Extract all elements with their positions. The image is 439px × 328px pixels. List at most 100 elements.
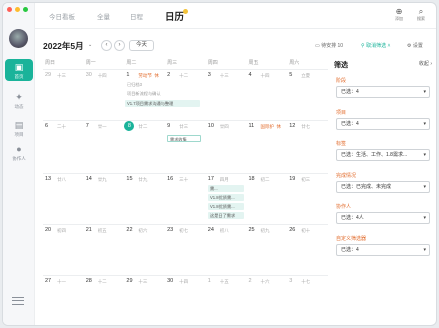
calendar-event[interactable]: V1.7项目需求沟通与整理: [125, 100, 200, 107]
lunar-date: 廿七: [301, 124, 311, 129]
tab-all[interactable]: 全量: [97, 11, 110, 21]
sidebar-item-label: 协作人: [12, 156, 26, 161]
calendar-event[interactable]: V1.8优质需...: [208, 194, 244, 201]
sidebar-item-label: 首页: [14, 74, 24, 79]
day-number[interactable]: 1: [126, 72, 129, 78]
weekday-label: 周日: [45, 60, 56, 66]
chevron-down-icon[interactable]: ⌄: [88, 42, 92, 48]
day-number[interactable]: 16: [167, 176, 173, 182]
pending-button[interactable]: ▭ 待安排 10: [315, 42, 343, 49]
day-number[interactable]: 7: [86, 123, 89, 129]
day-number[interactable]: 26: [289, 227, 295, 233]
weekday-label: 周三: [167, 60, 178, 66]
day-number[interactable]: 6: [45, 123, 48, 129]
filter-label: 阶段: [336, 78, 347, 84]
day-number[interactable]: 24: [208, 227, 214, 233]
day-number[interactable]: 30: [167, 278, 173, 284]
filter-select[interactable]: 已选：4 ▾: [336, 118, 430, 130]
calendar-event[interactable]: 项目新流程与确认: [125, 90, 200, 97]
sidebar-item-activity[interactable]: ✦ 动态: [5, 91, 33, 110]
lunar-date: 十二: [97, 279, 107, 284]
maximize-window-button[interactable]: [23, 7, 28, 12]
day-number[interactable]: 2: [167, 72, 170, 78]
day-number[interactable]: 28: [86, 278, 92, 284]
calendar-event[interactable]: V1.8优质需...: [208, 203, 244, 210]
caret-down-icon: ▾: [423, 121, 426, 127]
plus-circle-icon: ⊕: [395, 7, 403, 16]
filter-label: 标签: [336, 141, 347, 147]
calendar-event[interactable]: 已归档3: [125, 81, 200, 88]
day-number[interactable]: 22: [126, 227, 132, 233]
day-number-today[interactable]: 8: [124, 121, 135, 131]
day-number[interactable]: 12: [289, 123, 295, 129]
calendar-event[interactable]: 这是日了需求: [208, 212, 244, 219]
sidebar-item-collaborators[interactable]: ● 协作人: [5, 143, 33, 162]
day-number[interactable]: 20: [45, 227, 51, 233]
month-title[interactable]: 2022年5月: [43, 40, 84, 52]
lunar-date: 立夏: [301, 73, 311, 78]
caret-down-icon: ▾: [423, 152, 426, 158]
filter-select[interactable]: 已选：4 ▾: [336, 244, 430, 256]
collapse-filter-button[interactable]: 收起 ›: [419, 60, 432, 67]
lunar-date: 十二: [179, 73, 189, 78]
lunar-date: 三十: [179, 177, 189, 182]
prev-month-button[interactable]: ‹: [101, 40, 112, 51]
search-button[interactable]: ⌕ 搜索: [411, 7, 431, 22]
folder-icon: ▤: [14, 120, 24, 130]
holiday-badge: 休: [276, 124, 282, 129]
day-number[interactable]: 4: [249, 72, 252, 78]
day-number[interactable]: 10: [208, 123, 214, 129]
avatar[interactable]: [9, 29, 28, 48]
menu-icon[interactable]: [12, 296, 24, 308]
lunar-date: 初四: [57, 228, 66, 233]
calendar-header: 2022年5月 ⌄ ‹ › 今天 ▭ 待安排 10 ⚲ 取消筛选 ˄ ⚙ 设置: [43, 40, 428, 52]
filter-select[interactable]: 已选：4 ▾: [336, 86, 430, 98]
day-number[interactable]: 15: [126, 176, 132, 182]
tab-schedule[interactable]: 日程: [130, 11, 143, 21]
calendar-event[interactable]: 需...: [208, 185, 244, 192]
day-number[interactable]: 9: [167, 123, 170, 129]
lunar-date: 廿九: [138, 177, 148, 182]
day-number[interactable]: 5: [289, 72, 292, 78]
filter-label: 自定义筛选器: [336, 236, 367, 242]
cancel-filter-button[interactable]: ⚲ 取消筛选 ˄: [361, 42, 390, 49]
day-number[interactable]: 11: [249, 123, 255, 129]
lunar-date: 初十: [301, 228, 311, 233]
day-number[interactable]: 27: [45, 278, 51, 284]
day-number[interactable]: 21: [86, 227, 92, 233]
day-number[interactable]: 19: [289, 176, 295, 182]
day-number[interactable]: 1: [208, 278, 211, 284]
filter-select[interactable]: 已选：4人 ▾: [336, 212, 430, 224]
day-number[interactable]: 2: [249, 278, 252, 284]
lunar-date: 廿九: [97, 177, 107, 182]
day-number[interactable]: 3: [208, 72, 211, 78]
day-number[interactable]: 30: [86, 72, 92, 78]
lunar-date: 十三: [138, 279, 148, 284]
minimize-window-button[interactable]: [15, 7, 20, 12]
add-button[interactable]: ⊕ 添加: [389, 7, 409, 22]
day-number[interactable]: 14: [86, 176, 92, 182]
day-number[interactable]: 18: [249, 176, 255, 182]
settings-button[interactable]: ⚙ 设置: [407, 42, 423, 49]
next-month-button[interactable]: ›: [114, 40, 125, 51]
day-number[interactable]: 29: [126, 278, 132, 284]
filter-select[interactable]: 已选：已完成、未完成 ▾: [336, 181, 430, 193]
filter-select[interactable]: 已选：生活、工作、1.8需求... ▾: [336, 149, 430, 161]
day-number[interactable]: 23: [167, 227, 173, 233]
sidebar-item-projects[interactable]: ▤ 项目: [5, 119, 33, 138]
tab-today-board[interactable]: 今日看板: [49, 11, 75, 21]
calendar-event[interactable]: 需求收集: [167, 135, 201, 142]
day-number[interactable]: 17: [208, 176, 214, 182]
weekday-label: 周六: [289, 60, 300, 66]
day-number[interactable]: 29: [45, 72, 51, 78]
lunar-date: 劳动节: [138, 73, 152, 78]
lunar-date: 初五: [97, 228, 107, 233]
today-button[interactable]: 今天: [129, 40, 155, 51]
day-number[interactable]: 3: [289, 278, 292, 284]
tab-calendar[interactable]: 日历: [165, 9, 184, 23]
day-number[interactable]: 13: [45, 176, 51, 182]
day-number[interactable]: 25: [249, 227, 255, 233]
close-window-button[interactable]: [7, 7, 12, 12]
lunar-date: 廿三: [179, 124, 189, 129]
sidebar-item-home[interactable]: ▣ 首页: [5, 59, 33, 81]
